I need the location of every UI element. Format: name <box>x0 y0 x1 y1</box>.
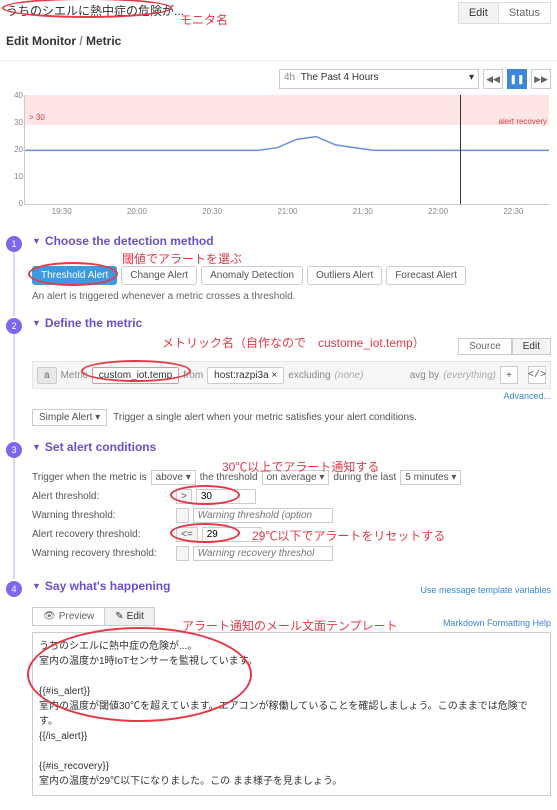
warning-threshold-label: Warning threshold: <box>32 510 172 521</box>
trigger-window-select[interactable]: 5 minutes ▾ <box>400 470 461 485</box>
query-badge: a <box>37 367 57 384</box>
message-line: {{/is_alert}} <box>39 729 544 744</box>
chart-section: 4h The Past 4 Hours ▾ ◀◀ ❚❚ ▶▶ > 30 aler… <box>0 61 557 216</box>
chevron-down-icon: ▼ <box>32 318 41 328</box>
avgby-label: avg by <box>410 370 439 381</box>
warning-threshold-input[interactable] <box>193 508 333 523</box>
step-3: 3 ▼ Set alert conditions 30℃以上でアラート通知する … <box>6 440 551 565</box>
pill-threshold-alert[interactable]: Threshold Alert <box>32 266 117 285</box>
metric-tab-edit[interactable]: Edit <box>512 338 551 355</box>
metric-name-input[interactable]: custom_iot.temp <box>92 367 179 384</box>
trigger-agg-select[interactable]: on average ▾ <box>262 470 330 485</box>
pause-icon[interactable]: ❚❚ <box>507 69 527 89</box>
step-number-1: 1 <box>6 236 22 252</box>
pill-anomaly-detection[interactable]: Anomaly Detection <box>201 266 303 285</box>
annotation-monitor-name: モニタ名 <box>180 11 228 28</box>
header-tabs: Edit Status <box>458 2 551 24</box>
chart-now-line <box>460 95 461 204</box>
step-4: 4 ▼ Say what's happening Use message tem… <box>6 579 551 796</box>
metric-tab-source[interactable]: Source <box>458 338 512 355</box>
step-1: 1 ▼ Choose the detection method 閾値でアラートを… <box>6 234 551 302</box>
step3-annotation-bottom: 29℃以下でアラートをリセットする <box>252 527 445 544</box>
chevron-down-icon: ▼ <box>32 581 41 591</box>
trigger-mid: the threshold <box>200 472 258 483</box>
msg-tab-edit[interactable]: ✎ Edit <box>105 608 154 625</box>
skip-forward-icon[interactable]: ▶▶ <box>531 69 551 89</box>
alert-recovery-label: Alert recovery threshold: <box>32 529 172 540</box>
pill-change-alert[interactable]: Change Alert <box>121 266 197 285</box>
markdown-help-link[interactable]: Markdown Formatting Help <box>443 618 551 628</box>
from-tag[interactable]: host:razpi3a × <box>207 367 284 384</box>
trigger-prefix: Trigger when the metric is <box>32 472 147 483</box>
pill-outliers-alert[interactable]: Outliers Alert <box>307 266 382 285</box>
step-number-3: 3 <box>6 442 22 458</box>
step-number-4: 4 <box>6 581 22 597</box>
warn-op <box>176 508 189 523</box>
chevron-down-icon: ▼ <box>32 442 41 452</box>
y-axis: 0 10 20 30 40 <box>9 95 23 204</box>
x-axis: 19:30 20:00 20:30 21:00 21:30 22:00 22:3… <box>24 207 551 216</box>
msg-tab-preview[interactable]: 👁 Preview <box>33 608 105 625</box>
alert-recovery-input[interactable] <box>202 527 262 542</box>
step1-title[interactable]: ▼ Choose the detection method <box>32 234 551 248</box>
advanced-link[interactable]: Advanced... <box>32 391 551 401</box>
skip-back-icon[interactable]: ◀◀ <box>483 69 503 89</box>
alert-op: > <box>176 489 192 504</box>
warning-recovery-label: Warning recovery threshold: <box>32 548 172 559</box>
step2-title[interactable]: ▼ Define the metric <box>32 316 551 330</box>
monitor-title: うちのシエルに熱中症の危険が... <box>6 2 184 19</box>
message-line: 室内の温度か1時IoTセンサーを監視しています。 <box>39 654 544 669</box>
alert-threshold-input[interactable] <box>196 489 256 504</box>
code-button[interactable]: </> <box>528 366 546 384</box>
chart-area: > 30 alert recovery 0 10 20 30 40 <box>24 95 549 205</box>
simple-alert-desc: Trigger a single alert when your metric … <box>113 412 417 423</box>
eye-icon: 👁 <box>43 611 56 622</box>
add-query-button[interactable]: + <box>500 366 518 384</box>
pencil-icon: ✎ <box>115 611 123 622</box>
avgby-value[interactable]: (everything) <box>443 370 496 381</box>
step-2: 2 ▼ Define the metric メトリック名（自作なので custo… <box>6 316 551 426</box>
tab-edit[interactable]: Edit <box>459 3 498 23</box>
time-range-select[interactable]: 4h The Past 4 Hours ▾ <box>279 69 479 89</box>
message-line: 室内の温度が29℃以下になりました。この まま様子を見ましょう。 <box>39 774 544 789</box>
alert-threshold-label: Alert threshold: <box>32 491 172 502</box>
message-body-input[interactable]: うちのシエルに熱中症の危険が...。室内の温度か1時IoTセンサーを監視していま… <box>32 632 551 796</box>
tab-status[interactable]: Status <box>498 3 550 23</box>
message-line <box>39 744 544 759</box>
step1-annotation: 閾値でアラートを選ぶ <box>122 250 242 267</box>
message-line: {{#is_alert}} <box>39 684 544 699</box>
template-vars-link[interactable]: Use message template variables <box>420 585 551 595</box>
excluding-label: excluding <box>288 370 330 381</box>
message-line: うちのシエルに熱中症の危険が...。 <box>39 639 544 654</box>
step4-title[interactable]: ▼ Say what's happening <box>32 579 170 593</box>
step3-title[interactable]: ▼ Set alert conditions <box>32 440 551 454</box>
excluding-value[interactable]: (none) <box>335 370 364 381</box>
pill-forecast-alert[interactable]: Forecast Alert <box>386 266 466 285</box>
alert-mode-select[interactable]: Simple Alert ▾ <box>32 409 107 426</box>
message-line: 室内の温度が閾値30℃を超えています。エアコンが稼働していることを確認しましょう… <box>39 699 544 729</box>
recov-op: <= <box>176 527 198 542</box>
breadcrumb: Edit Monitor / Metric <box>0 26 557 61</box>
warning-recovery-input[interactable] <box>193 546 333 561</box>
metric-label: Metric <box>61 370 88 381</box>
trigger-op-select[interactable]: above ▾ <box>151 470 196 485</box>
message-line: {{#is_recovery}} <box>39 759 544 774</box>
step-number-2: 2 <box>6 318 22 334</box>
step1-desc: An alert is triggered whenever a metric … <box>32 291 551 302</box>
trigger-during: during the last <box>333 472 396 483</box>
wrecov-op <box>176 546 189 561</box>
chart-line-svg <box>25 95 549 206</box>
metric-query-row: a Metric custom_iot.temp from host:razpi… <box>32 361 551 389</box>
chevron-down-icon: ▼ <box>32 236 41 246</box>
from-label: from <box>183 370 203 381</box>
